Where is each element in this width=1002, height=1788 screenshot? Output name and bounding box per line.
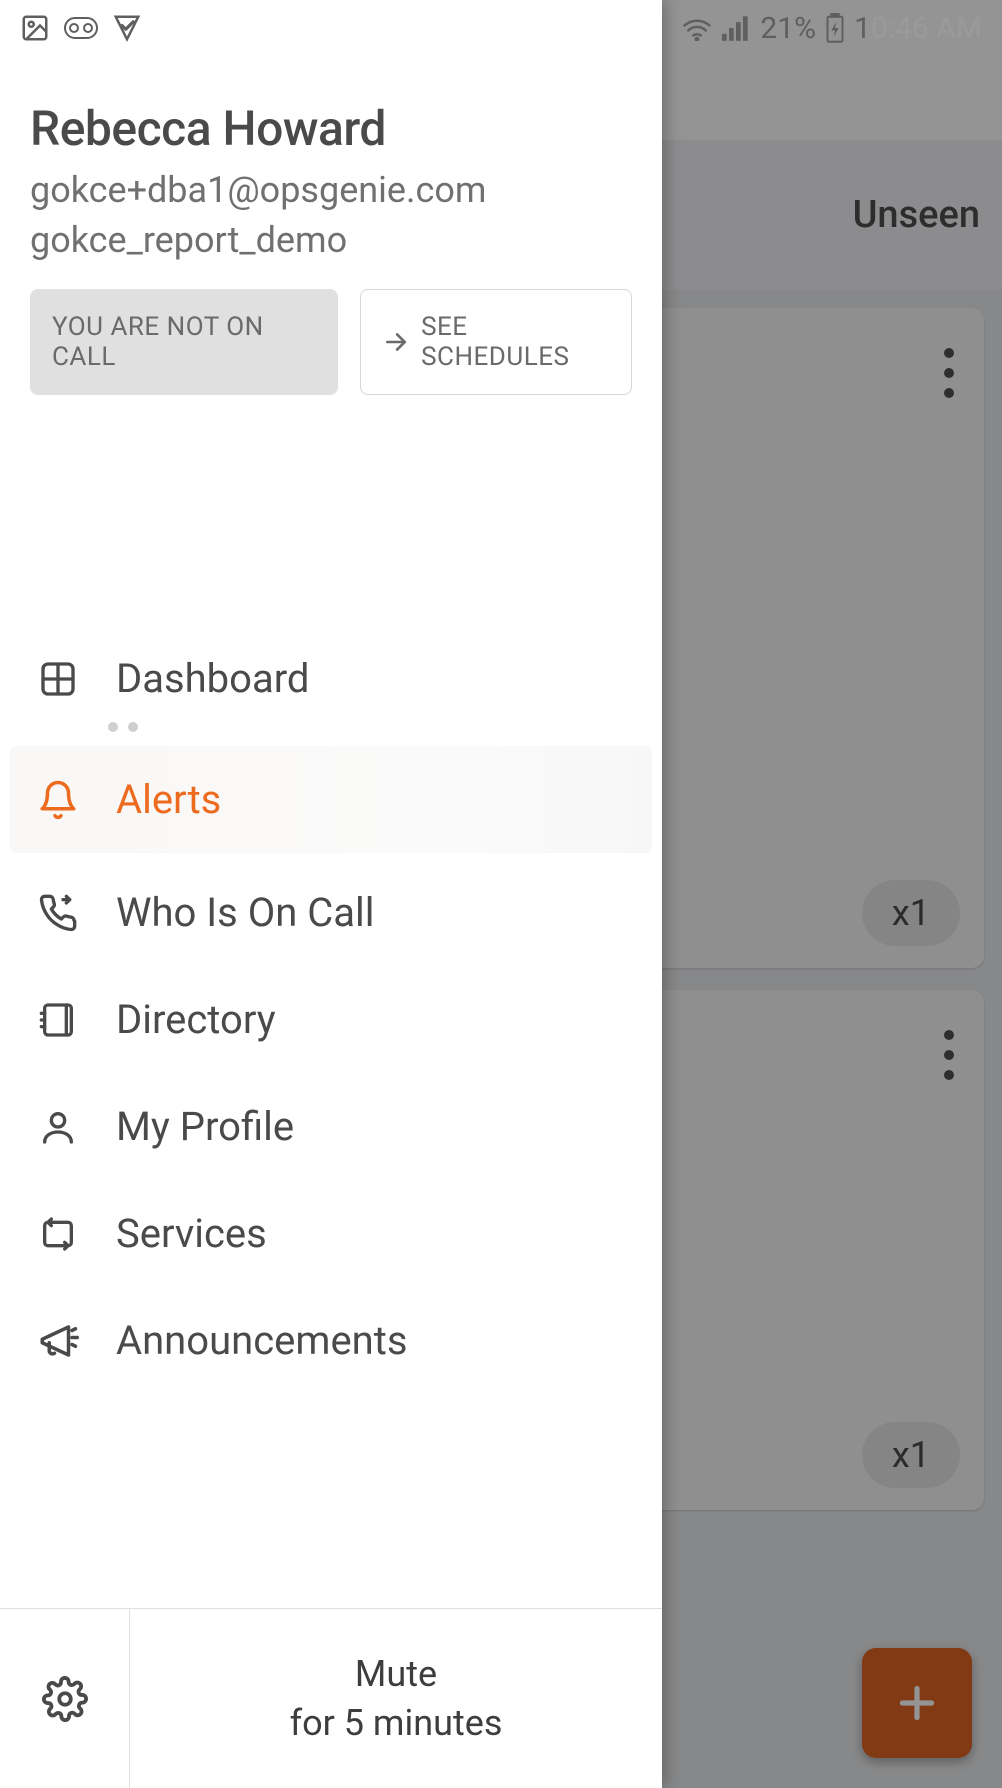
see-schedules-button[interactable]: SEE SCHEDULES [360,289,632,395]
megaphone-icon [36,1319,80,1363]
user-name: Rebecca Howard [30,100,632,157]
sync-icon [36,1212,80,1256]
nav-label: Who Is On Call [116,889,626,936]
phone-forward-icon [36,891,80,935]
dashboard-icon [36,657,80,701]
nav-item-services[interactable]: Services [0,1180,662,1287]
battery-percent: 21% [760,11,816,46]
drawer-header: Rebecca Howard gokce+dba1@opsgenie.com g… [0,0,662,395]
nav-label: Dashboard [116,655,626,702]
on-call-status-chip[interactable]: YOU ARE NOT ON CALL [30,289,338,395]
nav-label: Directory [116,996,626,1043]
see-schedules-label: SEE SCHEDULES [421,312,609,372]
nav-item-who-is-on-call[interactable]: Who Is On Call [0,859,662,966]
nav-item-directory[interactable]: Directory [0,966,662,1073]
mute-label-line2: for 5 minutes [290,1699,503,1748]
oncall-chip-label: YOU ARE NOT ON CALL [52,312,316,372]
wifi-icon [682,15,712,41]
battery-charging-icon [826,13,844,43]
mute-label-line1: Mute [355,1650,437,1699]
gear-icon [42,1676,88,1722]
voicemail-icon [64,17,98,39]
nav-item-my-profile[interactable]: My Profile [0,1073,662,1180]
user-email: gokce+dba1@opsgenie.com [30,169,632,211]
clock-visible: 10:46 AM [854,11,982,46]
signal-icon [722,15,750,41]
arrow-right-icon [383,328,409,356]
user-icon [36,1105,80,1149]
check-icon [112,13,142,43]
mute-button[interactable]: Mute for 5 minutes [130,1609,662,1788]
nav-label: Alerts [116,776,626,823]
settings-button[interactable] [0,1609,130,1788]
bell-icon [36,778,80,822]
image-icon [20,13,50,43]
nav-item-alerts[interactable]: Alerts [10,746,652,853]
drawer-nav: Dashboard Alerts Who Is On Call Direc [0,625,662,1394]
book-icon [36,998,80,1042]
nav-item-announcements[interactable]: Announcements [0,1287,662,1394]
user-org: gokce_report_demo [30,219,632,261]
nav-label: My Profile [116,1103,626,1150]
nav-label: Services [116,1210,626,1257]
status-bar: 21% 10:46 AM [0,0,1002,56]
navigation-drawer: Rebecca Howard gokce+dba1@opsgenie.com g… [0,0,662,1788]
page-indicator [108,722,662,732]
drawer-scrim[interactable] [662,0,1002,1788]
nav-label: Announcements [116,1317,626,1364]
nav-item-dashboard[interactable]: Dashboard [0,625,662,732]
drawer-footer: Mute for 5 minutes [0,1608,662,1788]
